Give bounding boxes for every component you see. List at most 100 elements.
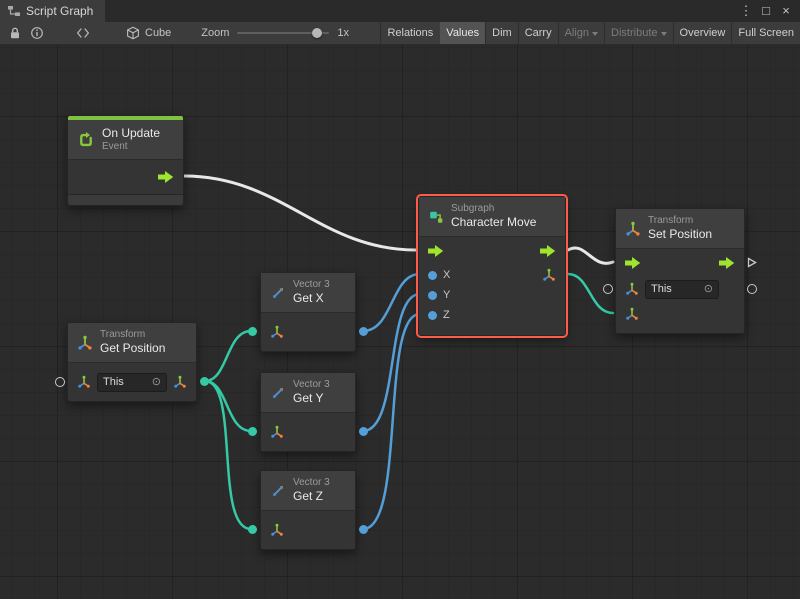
vector3-input-icon[interactable] bbox=[625, 307, 639, 321]
zoom-label: Zoom bbox=[201, 27, 229, 39]
overview-button[interactable]: Overview bbox=[673, 22, 732, 44]
y-input-port[interactable] bbox=[428, 291, 437, 300]
transform-icon bbox=[625, 221, 641, 237]
target-input-port[interactable] bbox=[603, 284, 613, 294]
cube-icon bbox=[126, 26, 140, 40]
node-kind: Vector 3 bbox=[293, 379, 330, 391]
zoom-value: 1x bbox=[337, 27, 349, 39]
wire-gety-to-y-input[interactable] bbox=[363, 294, 420, 431]
distribute-label: Distribute bbox=[611, 27, 657, 39]
vector3-icon bbox=[270, 385, 286, 401]
target-object-value: This bbox=[103, 376, 124, 388]
window-controls: ⋮ □ × bbox=[738, 0, 800, 22]
code-preview-button[interactable] bbox=[72, 22, 94, 44]
node-header: Subgraph Character Move bbox=[419, 197, 565, 237]
flow-input-port[interactable] bbox=[625, 257, 641, 269]
dropdown-caret-icon bbox=[592, 32, 598, 36]
wire-flow-charactermove-to-setposition[interactable] bbox=[568, 248, 613, 263]
x-output-port[interactable] bbox=[359, 327, 368, 336]
node-kind: Subgraph bbox=[451, 203, 536, 215]
window-menu-button[interactable]: ⋮ bbox=[738, 0, 754, 22]
code-icon bbox=[76, 26, 90, 40]
node-header: Vector 3 Get Z bbox=[261, 471, 355, 511]
fullscreen-button[interactable]: Full Screen bbox=[731, 22, 800, 44]
tab-bar: Script Graph ⋮ □ × bbox=[0, 0, 800, 22]
graph-canvas[interactable]: On Update Event Transform Get Position bbox=[0, 44, 800, 599]
lock-icon bbox=[8, 26, 22, 40]
flow-output-port[interactable] bbox=[719, 257, 735, 269]
node-title: Set Position bbox=[648, 227, 712, 241]
node-header: Transform Get Position bbox=[68, 323, 196, 363]
vector3-icon bbox=[270, 483, 286, 499]
object-picker-icon[interactable]: ⊙ bbox=[704, 284, 713, 295]
target-object-field[interactable]: This ⊙ bbox=[97, 373, 167, 392]
flow-output-connector[interactable] bbox=[747, 257, 757, 268]
wire-flow-onupdate-to-charactermove[interactable] bbox=[184, 176, 416, 250]
vector3-type-icon bbox=[270, 425, 284, 439]
y-input-label: Y bbox=[443, 289, 450, 301]
node-title: Character Move bbox=[451, 215, 536, 229]
align-label: Align bbox=[565, 27, 589, 39]
wire-getposition-to-getx[interactable] bbox=[205, 331, 251, 381]
window-close-button[interactable]: × bbox=[778, 0, 794, 22]
zoom-slider-knob[interactable] bbox=[312, 28, 322, 38]
node-title: On Update bbox=[102, 126, 160, 140]
node-get-y[interactable]: Vector 3 Get Y bbox=[260, 372, 356, 452]
x-input-port[interactable] bbox=[428, 271, 437, 280]
zoom-slider[interactable] bbox=[237, 22, 329, 44]
node-on-update[interactable]: On Update Event bbox=[67, 115, 184, 206]
tab-script-graph[interactable]: Script Graph bbox=[0, 0, 105, 22]
flow-output-port[interactable] bbox=[540, 245, 556, 257]
flow-input-port[interactable] bbox=[428, 245, 444, 257]
script-graph-window: Script Graph ⋮ □ × Cube Zoom 1x Relation… bbox=[0, 0, 800, 599]
node-header: Vector 3 Get X bbox=[261, 273, 355, 313]
position-output-port[interactable] bbox=[200, 377, 209, 386]
carry-button[interactable]: Carry bbox=[518, 22, 558, 44]
node-get-z[interactable]: Vector 3 Get Z bbox=[260, 470, 356, 550]
distribute-button[interactable]: Distribute bbox=[604, 22, 672, 44]
vector-input-port[interactable] bbox=[248, 525, 257, 534]
info-button[interactable] bbox=[26, 22, 48, 44]
object-picker-icon[interactable]: ⊙ bbox=[152, 377, 161, 388]
subgraph-icon bbox=[428, 209, 444, 225]
wire-getx-to-x-input[interactable] bbox=[363, 274, 420, 331]
node-title: Get X bbox=[293, 291, 330, 305]
vector-input-port[interactable] bbox=[248, 427, 257, 436]
lock-button[interactable] bbox=[4, 22, 26, 44]
node-character-move[interactable]: Subgraph Character Move X Y bbox=[418, 196, 566, 336]
target-input-port[interactable] bbox=[55, 377, 65, 387]
vector3-type-icon bbox=[270, 325, 284, 339]
flow-output-port[interactable] bbox=[158, 171, 174, 183]
window-maximize-button[interactable]: □ bbox=[758, 0, 774, 22]
node-kind: Vector 3 bbox=[293, 477, 330, 489]
target-object-field[interactable]: This ⊙ bbox=[645, 280, 719, 299]
node-kind: Transform bbox=[648, 215, 712, 227]
gameobject-selector[interactable]: Cube bbox=[122, 22, 175, 44]
target-object-value: This bbox=[651, 283, 672, 295]
node-kind: Vector 3 bbox=[293, 279, 330, 291]
transform-icon bbox=[77, 335, 93, 351]
z-input-port[interactable] bbox=[428, 311, 437, 320]
vector3-output-icon[interactable] bbox=[542, 268, 556, 282]
vector-input-port[interactable] bbox=[248, 327, 257, 336]
dim-button[interactable]: Dim bbox=[485, 22, 518, 44]
node-get-x[interactable]: Vector 3 Get X bbox=[260, 272, 356, 352]
y-output-port[interactable] bbox=[359, 427, 368, 436]
node-footer bbox=[68, 194, 183, 205]
z-input-label: Z bbox=[443, 309, 450, 321]
transform-type-icon bbox=[77, 375, 91, 389]
value-output-port[interactable] bbox=[747, 284, 757, 294]
node-header: Transform Set Position bbox=[616, 209, 744, 249]
node-set-position[interactable]: Transform Set Position This ⊙ bbox=[615, 208, 745, 334]
wire-getposition-to-getz[interactable] bbox=[205, 381, 251, 529]
wire-getz-to-z-input[interactable] bbox=[363, 314, 420, 529]
align-button[interactable]: Align bbox=[558, 22, 604, 44]
values-button[interactable]: Values bbox=[439, 22, 485, 44]
wire-getposition-to-gety[interactable] bbox=[205, 381, 251, 431]
relations-button[interactable]: Relations bbox=[380, 22, 439, 44]
x-input-label: X bbox=[443, 269, 450, 281]
node-get-position[interactable]: Transform Get Position This ⊙ bbox=[67, 322, 197, 402]
vector3-icon bbox=[270, 285, 286, 301]
z-output-port[interactable] bbox=[359, 525, 368, 534]
graph-toolbar: Cube Zoom 1x Relations Values Dim Carry … bbox=[0, 22, 800, 45]
